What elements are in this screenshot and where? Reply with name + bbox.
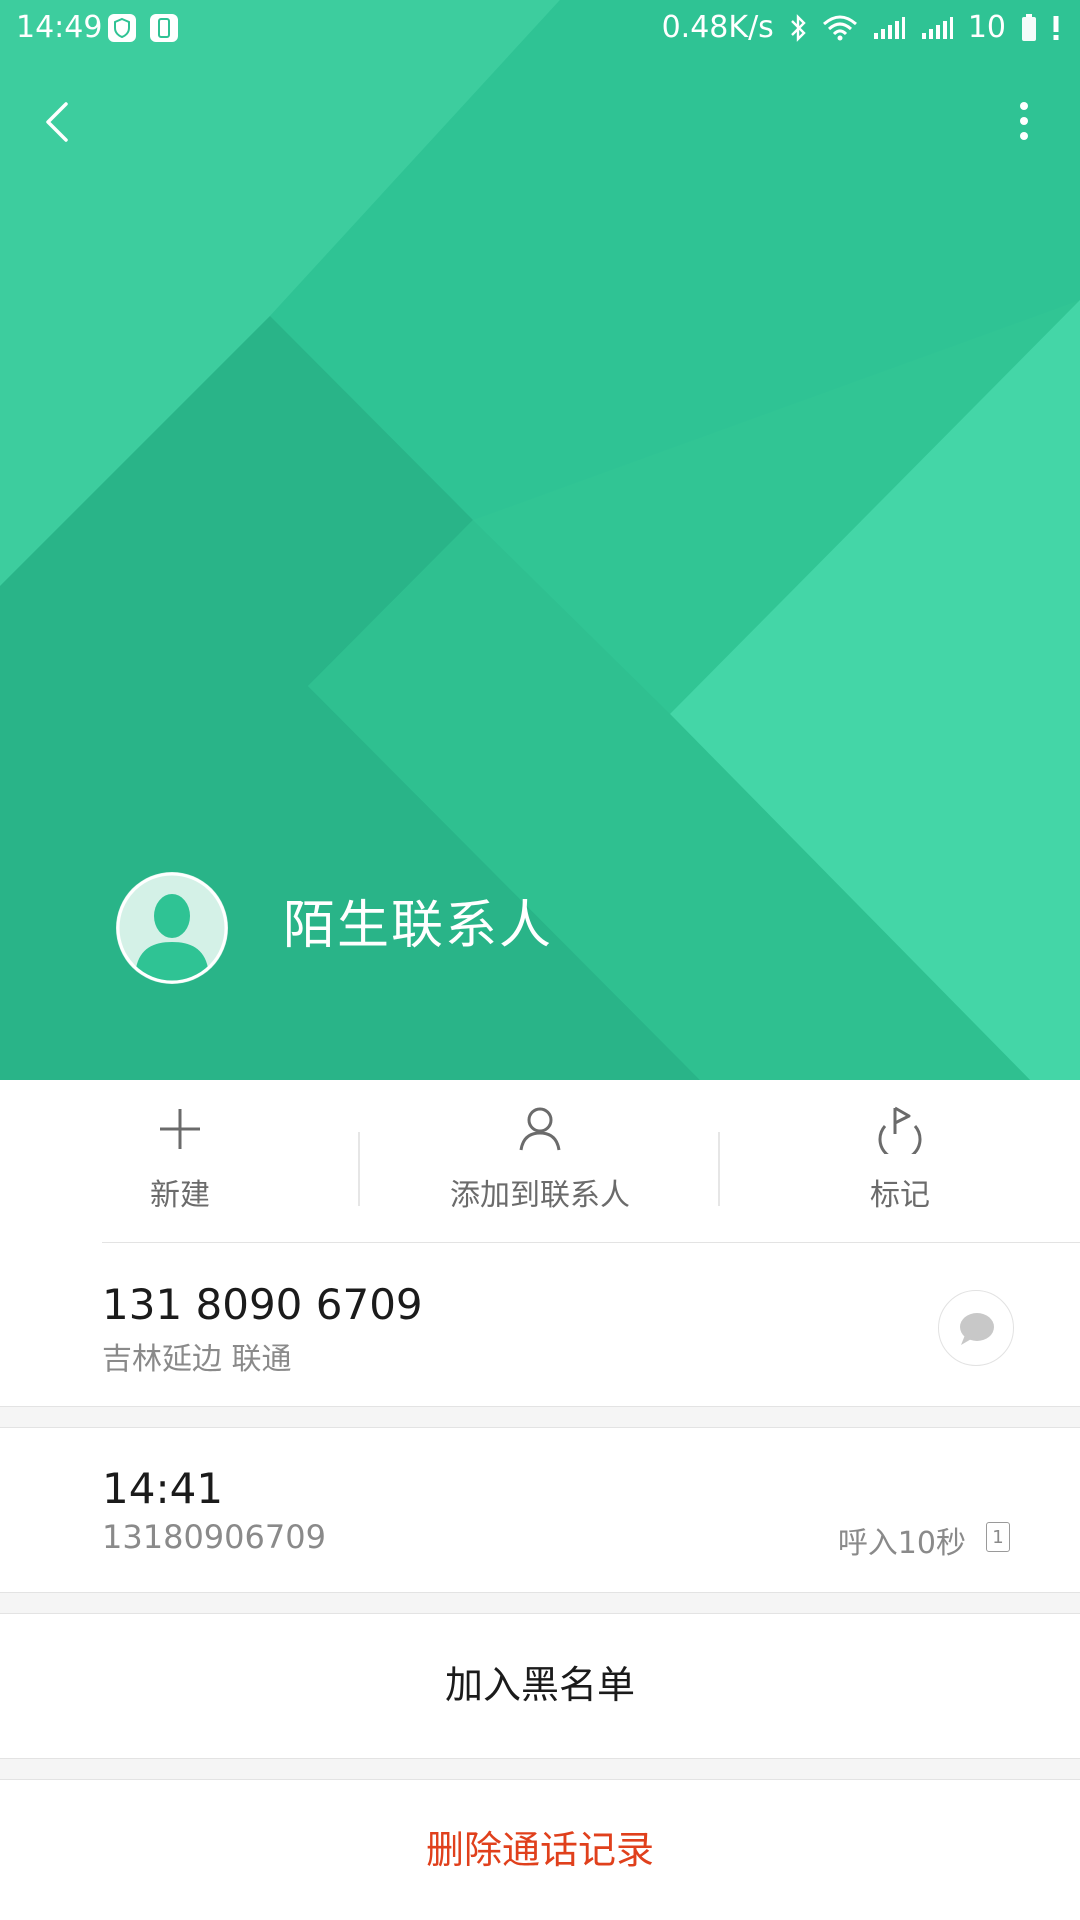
plus-icon [160,1109,200,1149]
new-contact-label: 新建 [150,1178,210,1213]
section-gap [0,1758,1080,1780]
action-divider [358,1132,360,1206]
call-number: 13180906709 [102,1518,326,1556]
person-icon [519,1107,561,1151]
contact-name: 陌生联系人 [283,896,554,956]
flag-icon [878,1106,922,1154]
wifi-icon [822,15,857,41]
status-bar: 14:49 0.48K/s 10 [0,0,1080,56]
send-message-button[interactable] [938,1290,1014,1366]
phone-device-icon [150,14,178,42]
add-to-contacts-label: 添加到联系人 [450,1178,630,1213]
chevron-left-icon [46,102,68,142]
battery-level: 10 [967,10,1006,45]
action-bar: 新建 添加到联系人 标记 [0,1080,1080,1242]
mark-button[interactable]: 标记 [720,1080,1080,1242]
shield-icon [108,14,136,42]
section-gap [0,1406,1080,1428]
more-button[interactable] [1004,94,1044,154]
battery-icon [1022,14,1036,41]
person-silhouette-icon [116,872,228,984]
new-contact-button[interactable]: 新建 [0,1080,360,1242]
more-vertical-icon [1020,102,1028,140]
call-type: 呼入10秒 [837,1526,966,1561]
add-to-blacklist-button[interactable]: 加入黑名单 [0,1614,1080,1756]
contact-header: 14:49 0.48K/s 10 陌生联系人 [0,0,1080,1080]
bluetooth-icon [790,14,806,42]
delete-call-log-button[interactable]: 删除通话记录 [0,1780,1080,1920]
phone-location: 吉林延边 联通 [102,1342,292,1377]
add-to-contacts-button[interactable]: 添加到联系人 [360,1080,720,1242]
section-gap [0,1592,1080,1614]
status-time: 14:49 [16,10,103,45]
message-bubble-icon [960,1313,994,1345]
phone-number[interactable]: 131 8090 6709 [102,1280,423,1329]
avatar [116,872,228,984]
mark-label: 标记 [870,1178,930,1213]
back-button[interactable] [36,92,80,152]
signal-icon [873,17,905,39]
signal-icon [921,17,953,39]
divider [102,1242,1080,1243]
network-speed: 0.48K/s [661,10,774,45]
alert-icon [1053,16,1059,40]
call-time: 14:41 [102,1464,224,1513]
action-divider [718,1132,720,1206]
sim-badge: 1 [986,1522,1010,1552]
